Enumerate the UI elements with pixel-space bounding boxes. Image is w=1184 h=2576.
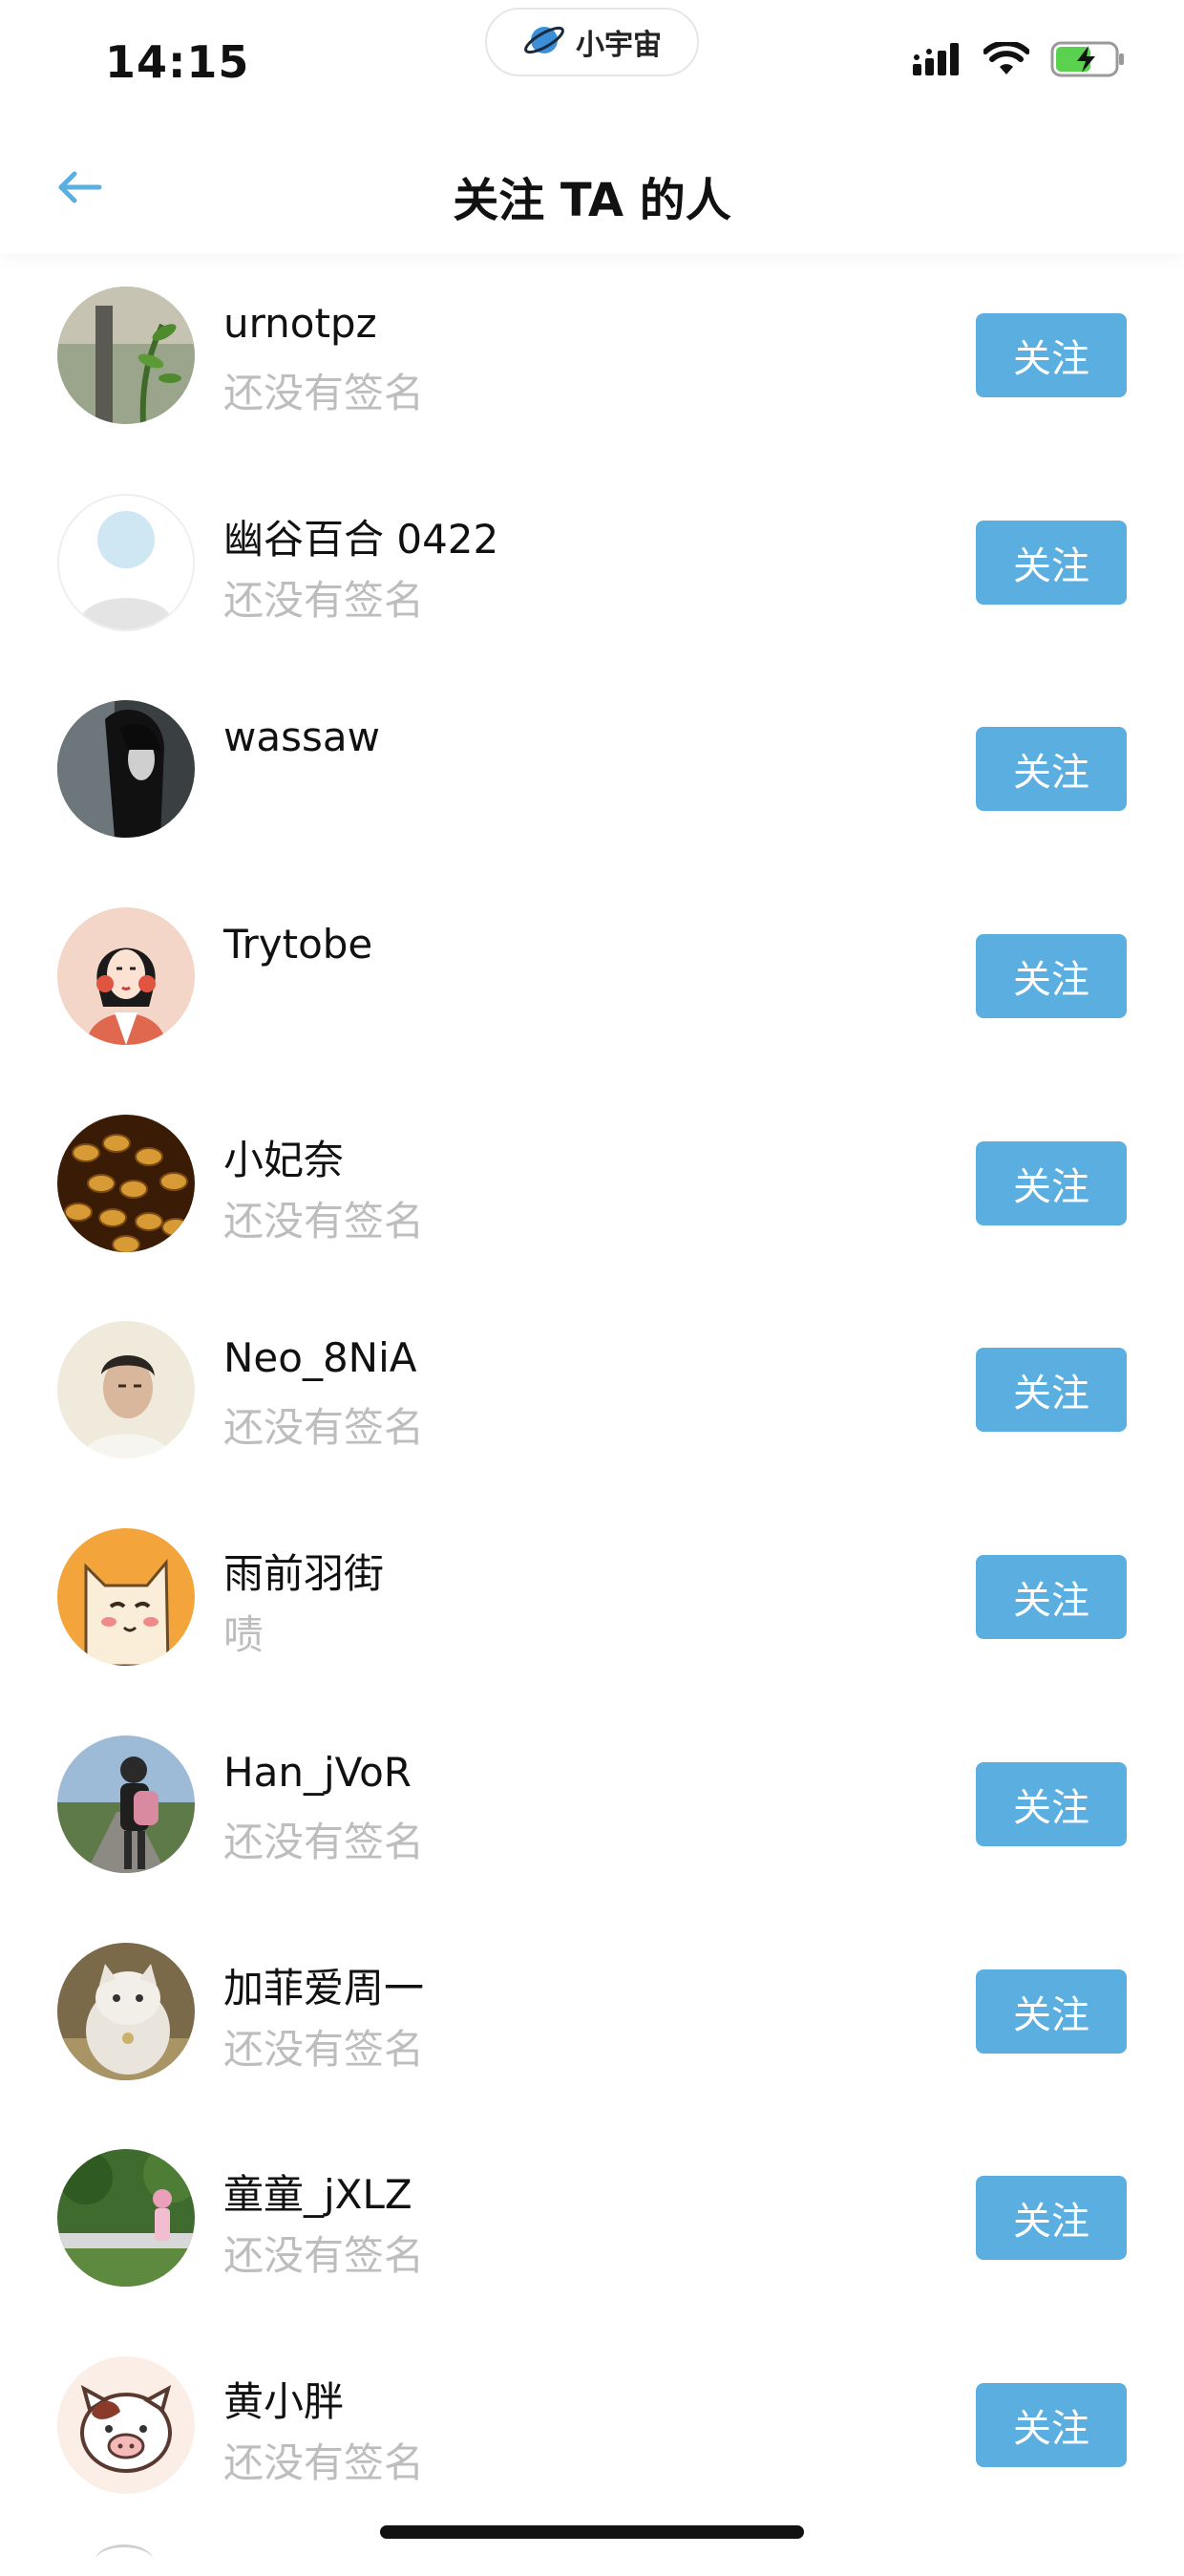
avatar[interactable] [57,1942,195,2080]
avatar[interactable] [57,287,195,424]
user-name: Neo_8NiA [223,1334,417,1382]
follow-button[interactable]: 关注 [976,727,1127,812]
nav-bar: 关注 TA 的人 [0,124,1184,254]
user-name: Han_jVoR [223,1748,412,1796]
home-indicator[interactable] [380,2525,804,2539]
user-signature: 还没有签名 [223,370,425,416]
follow-button[interactable]: 关注 [976,1969,1127,2054]
user-signature: 啧 [223,1611,264,1659]
followers-list: urnotpz 还没有签名 关注 幽谷百合 0422 还没有签名 关注 wass… [0,254,1184,2531]
status-bar: 14:15 小宇宙 [0,0,1184,124]
user-name: 小妃奈 [223,1136,345,1183]
follow-button[interactable]: 关注 [976,1555,1127,1640]
follow-button[interactable]: 关注 [976,1761,1127,1846]
user-signature: 还没有签名 [223,576,425,624]
user-signature: 还没有签名 [223,2438,425,2486]
user-name: 加菲爱周一 [223,1964,425,2012]
list-item[interactable]: 童童_jXLZ 还没有签名 关注 [0,2117,1184,2324]
follow-button[interactable]: 关注 [976,313,1127,397]
user-name: Trytobe [223,921,373,969]
avatar[interactable] [57,907,195,1046]
next-avatar-peek [95,2544,153,2576]
user-name: 雨前羽街 [223,1550,385,1598]
user-name: 幽谷百合 0422 [223,515,499,563]
user-signature: 还没有签名 [223,2025,425,2073]
planet-icon [522,18,566,66]
list-item[interactable]: 小妃奈 还没有签名 关注 [0,1082,1184,1289]
user-name: wassaw [223,713,380,761]
page-title: 关注 TA 的人 [453,174,731,227]
user-signature: 还没有签名 [223,1197,425,1245]
list-item[interactable]: 黄小胖 还没有签名 关注 [0,2324,1184,2531]
list-item[interactable]: urnotpz 还没有签名 关注 [0,254,1184,461]
avatar[interactable] [57,2149,195,2288]
app-pill-label: 小宇宙 [576,29,662,62]
list-item[interactable]: 雨前羽街 啧 关注 [0,1496,1184,1703]
avatar[interactable] [57,700,195,839]
list-item[interactable]: wassaw 关注 [0,668,1184,875]
list-item[interactable]: Han_jVoR 还没有签名 关注 [0,1703,1184,1910]
follow-button[interactable]: 关注 [976,520,1127,605]
status-time: 14:15 [105,36,250,88]
wifi-icon [983,40,1030,80]
user-name: 童童_jXLZ [223,2171,412,2219]
avatar[interactable] [57,1735,195,1873]
user-name: 黄小胖 [223,2377,345,2425]
follow-button[interactable]: 关注 [976,2382,1127,2467]
avatar[interactable] [57,493,195,631]
list-item[interactable]: 幽谷百合 0422 还没有签名 关注 [0,461,1184,669]
app-indicator-pill[interactable]: 小宇宙 [485,8,699,76]
list-item[interactable]: Neo_8NiA 还没有签名 关注 [0,1288,1184,1496]
follow-button[interactable]: 关注 [976,1348,1127,1433]
status-icons [913,40,1127,82]
user-name: urnotpz [223,300,377,347]
follow-button[interactable]: 关注 [976,934,1127,1019]
avatar[interactable] [57,1114,195,1252]
list-item[interactable]: Trytobe 关注 [0,875,1184,1082]
user-signature: 还没有签名 [223,2232,425,2280]
user-signature: 还没有签名 [223,1818,425,1865]
avatar[interactable] [57,2355,195,2494]
follow-button[interactable]: 关注 [976,1140,1127,1225]
follow-button[interactable]: 关注 [976,2176,1127,2261]
avatar[interactable] [57,1528,195,1667]
cellular-signal-icon [913,43,962,79]
list-item[interactable]: 加菲爱周一 还没有签名 关注 [0,1910,1184,2118]
avatar[interactable] [57,1321,195,1459]
user-signature: 还没有签名 [223,1404,425,1452]
battery-charging-icon [1050,40,1127,82]
